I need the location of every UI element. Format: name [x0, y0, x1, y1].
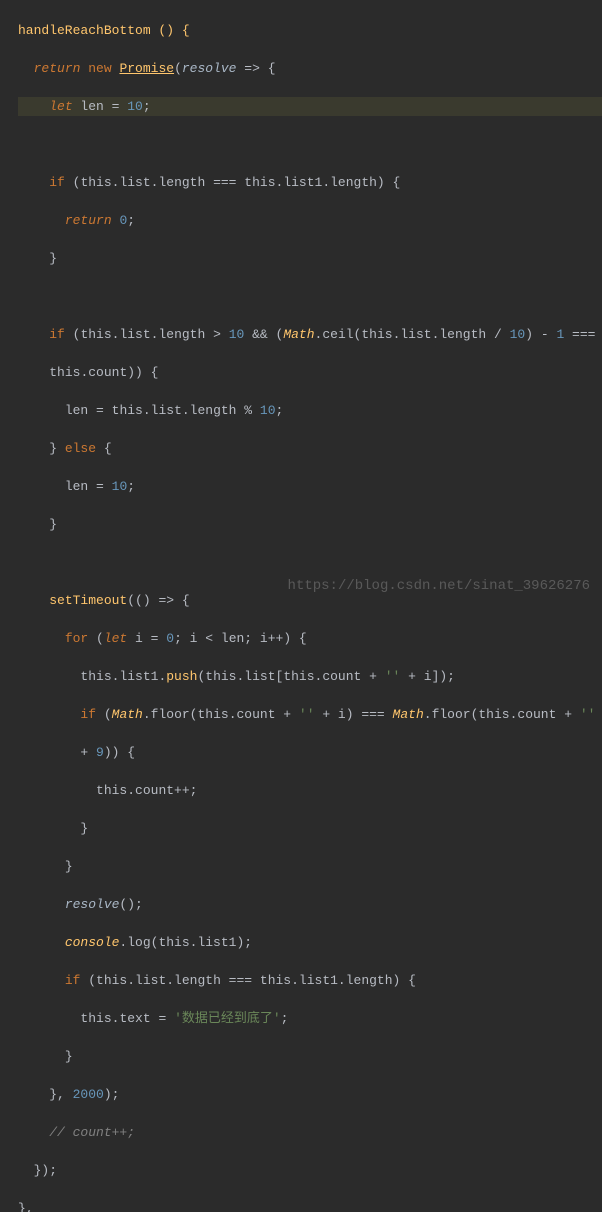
code-line: this.text = '数据已经到底了'; [18, 1009, 602, 1028]
code-line: // count++; [18, 1123, 602, 1142]
code-line: this.count)) { [18, 363, 602, 382]
code-line: } else { [18, 439, 602, 458]
code-line: len = this.list.length % 10; [18, 401, 602, 420]
function-name: handleReachBottom () { [18, 23, 190, 38]
code-line: this.list1.push(this.list[this.count + '… [18, 667, 602, 686]
code-line: + 9)) { [18, 743, 602, 762]
code-line: if (this.list.length > 10 && (Math.ceil(… [18, 325, 602, 344]
code-line: }); [18, 1161, 602, 1180]
code-line-highlighted: let len = 10; [18, 97, 602, 116]
code-line: for (let i = 0; i < len; i++) { [18, 629, 602, 648]
code-line: } [18, 819, 602, 838]
code-line: }, [18, 1199, 602, 1212]
code-line: if (this.list.length === this.list1.leng… [18, 173, 602, 192]
code-line: } [18, 1047, 602, 1066]
watermark-text: https://blog.csdn.net/sinat_39626276 [288, 577, 590, 596]
code-editor[interactable]: handleReachBottom () { return new Promis… [0, 0, 602, 1212]
code-line: resolve(); [18, 895, 602, 914]
code-line: console.log(this.list1); [18, 933, 602, 952]
code-line: return 0; [18, 211, 602, 230]
code-line: }, 2000); [18, 1085, 602, 1104]
code-line: } [18, 249, 602, 268]
code-line: } [18, 515, 602, 534]
code-line: handleReachBottom () { [18, 21, 602, 40]
code-line: len = 10; [18, 477, 602, 496]
code-line [18, 287, 602, 306]
code-line: if (this.list.length === this.list1.leng… [18, 971, 602, 990]
code-line [18, 553, 602, 572]
code-line: } [18, 857, 602, 876]
code-line [18, 135, 602, 154]
code-line: this.count++; [18, 781, 602, 800]
code-line: if (Math.floor(this.count + '' + i) === … [18, 705, 602, 724]
code-line: return new Promise(resolve => { [18, 59, 602, 78]
